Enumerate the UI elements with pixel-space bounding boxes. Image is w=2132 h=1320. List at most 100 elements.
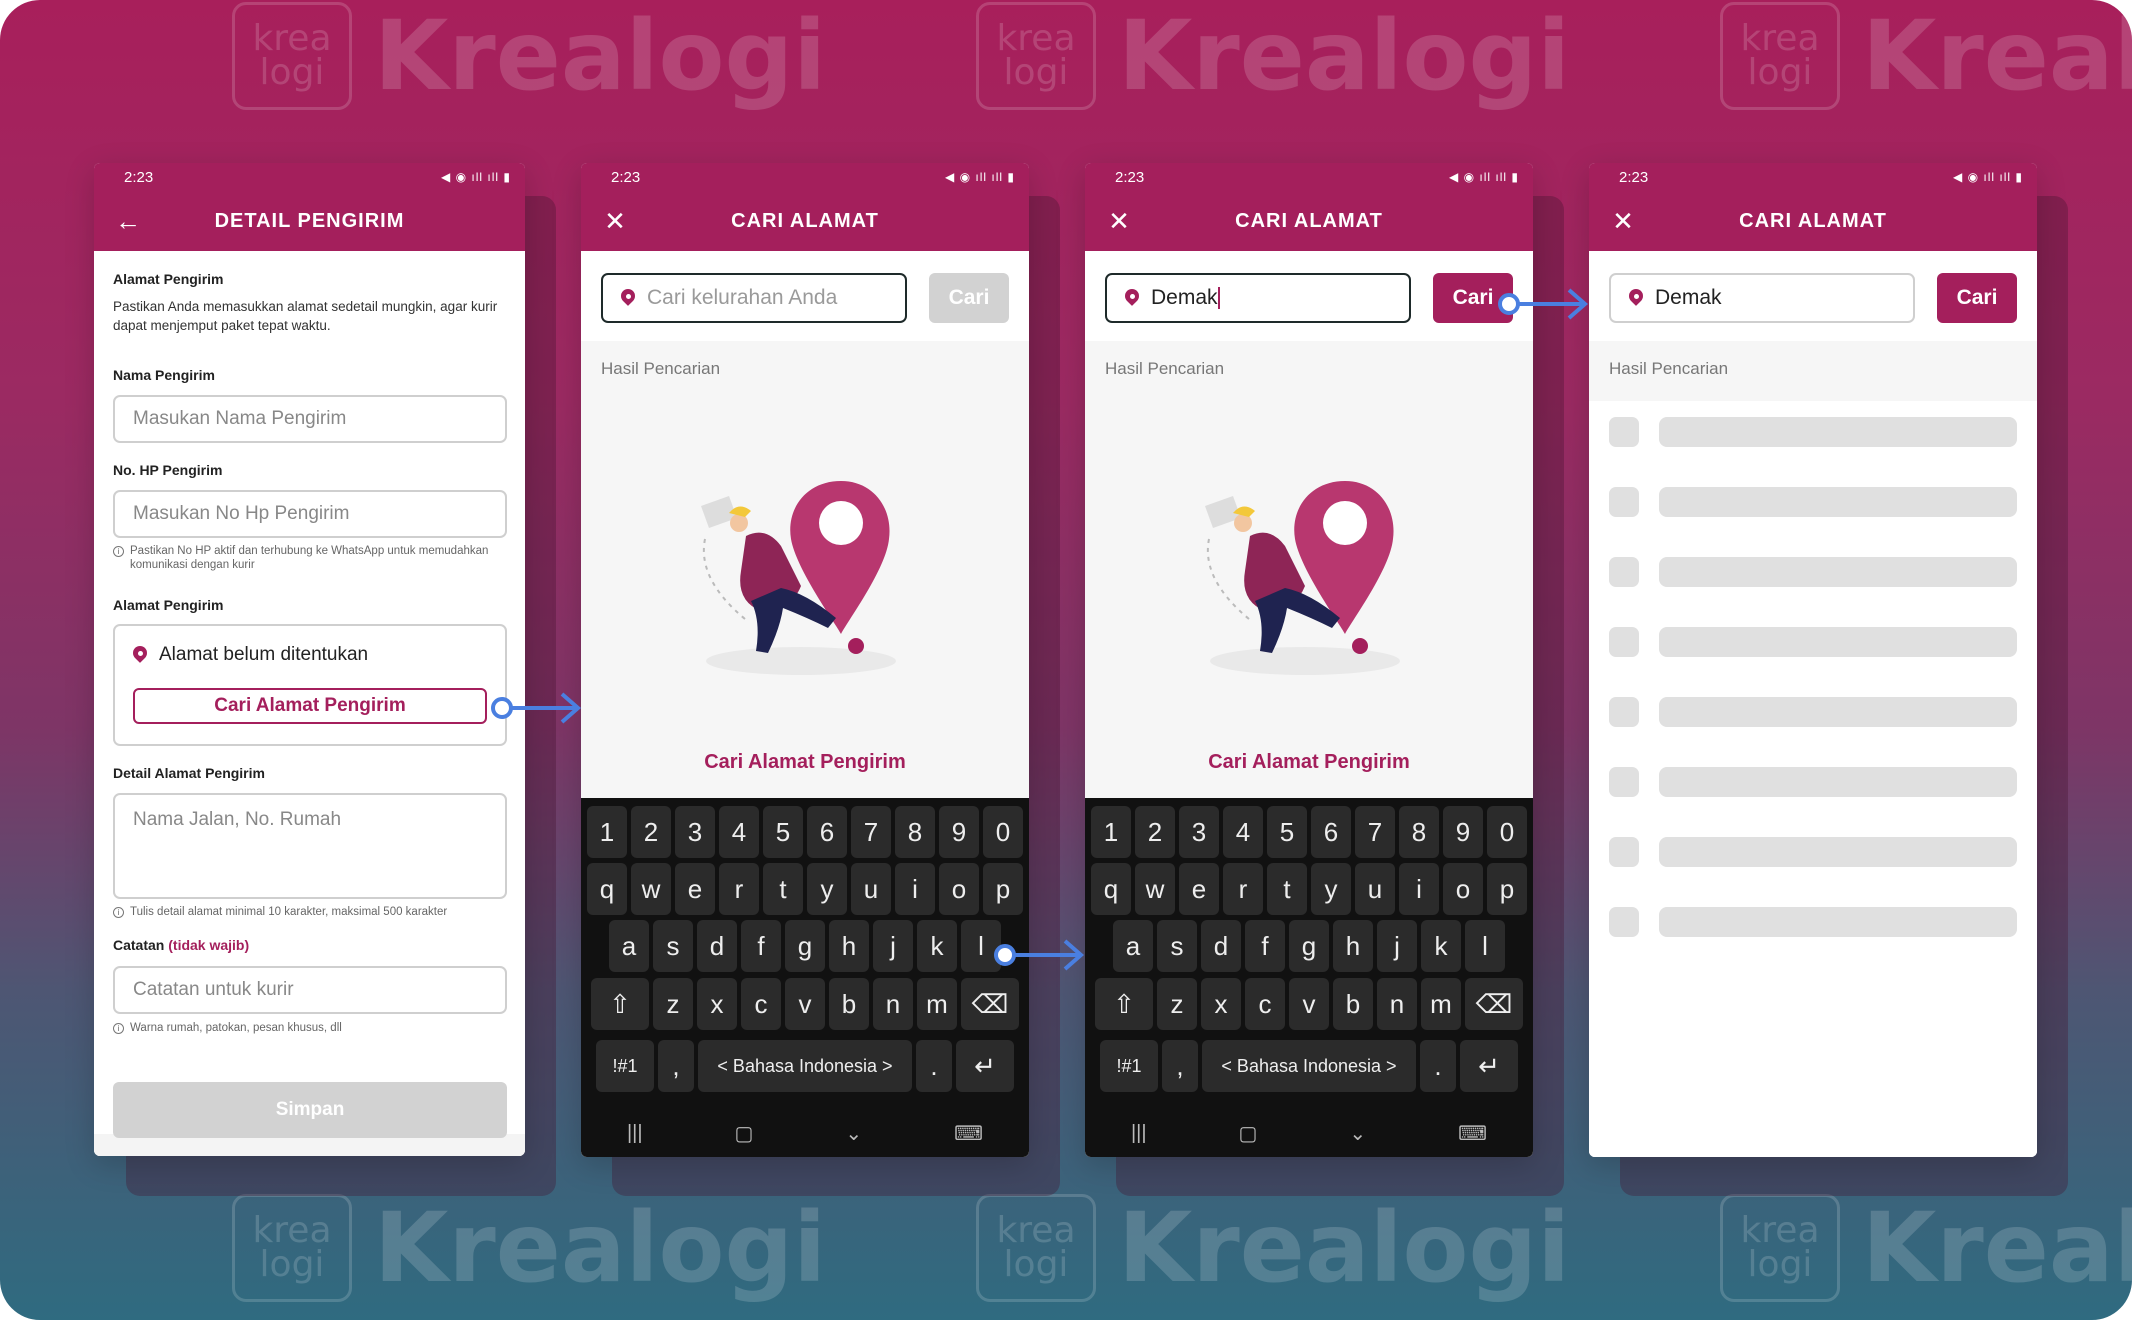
key-d[interactable]: d xyxy=(697,920,737,972)
shift-key[interactable]: ⇧ xyxy=(591,978,649,1030)
home-icon[interactable]: ▢ xyxy=(1239,1121,1258,1146)
key-0[interactable]: 0 xyxy=(983,806,1023,858)
key-p[interactable]: p xyxy=(983,863,1023,915)
key-i[interactable]: i xyxy=(895,863,935,915)
key-x[interactable]: x xyxy=(1201,978,1241,1030)
search-button[interactable]: Cari xyxy=(929,273,1009,323)
search-button[interactable]: Cari xyxy=(1937,273,2017,323)
period-key[interactable]: . xyxy=(916,1040,952,1092)
key-c[interactable]: c xyxy=(741,978,781,1030)
search-input[interactable]: Demak xyxy=(1105,273,1411,323)
key-u[interactable]: u xyxy=(851,863,891,915)
key-e[interactable]: e xyxy=(1179,863,1219,915)
notes-input[interactable]: Catatan untuk kurir xyxy=(113,966,507,1014)
key-m[interactable]: m xyxy=(917,978,957,1030)
backspace-key[interactable]: ⌫ xyxy=(961,978,1019,1030)
phone-input[interactable]: Masukan No Hp Pengirim xyxy=(113,490,507,538)
key-3[interactable]: 3 xyxy=(675,806,715,858)
symbols-key[interactable]: !#1 xyxy=(596,1040,654,1092)
hide-keyboard-icon[interactable]: ⌄ xyxy=(845,1121,862,1146)
key-i[interactable]: i xyxy=(1399,863,1439,915)
key-0[interactable]: 0 xyxy=(1487,806,1527,858)
key-o[interactable]: o xyxy=(939,863,979,915)
key-w[interactable]: w xyxy=(1135,863,1175,915)
key-n[interactable]: n xyxy=(1377,978,1417,1030)
key-s[interactable]: s xyxy=(1157,920,1197,972)
key-j[interactable]: j xyxy=(873,920,913,972)
comma-key[interactable]: , xyxy=(658,1040,694,1092)
key-y[interactable]: y xyxy=(807,863,847,915)
key-8[interactable]: 8 xyxy=(895,806,935,858)
key-v[interactable]: v xyxy=(1289,978,1329,1030)
key-5[interactable]: 5 xyxy=(763,806,803,858)
key-g[interactable]: g xyxy=(785,920,825,972)
space-key[interactable]: < Bahasa Indonesia > xyxy=(1202,1040,1416,1092)
recents-icon[interactable]: ||| xyxy=(627,1122,643,1145)
key-1[interactable]: 1 xyxy=(1091,806,1131,858)
key-3[interactable]: 3 xyxy=(1179,806,1219,858)
key-j[interactable]: j xyxy=(1377,920,1417,972)
key-a[interactable]: a xyxy=(1113,920,1153,972)
recents-icon[interactable]: ||| xyxy=(1131,1122,1147,1145)
home-icon[interactable]: ▢ xyxy=(735,1121,754,1146)
key-e[interactable]: e xyxy=(675,863,715,915)
symbols-key[interactable]: !#1 xyxy=(1100,1040,1158,1092)
key-n[interactable]: n xyxy=(873,978,913,1030)
key-y[interactable]: y xyxy=(1311,863,1351,915)
key-5[interactable]: 5 xyxy=(1267,806,1307,858)
key-6[interactable]: 6 xyxy=(1311,806,1351,858)
key-1[interactable]: 1 xyxy=(587,806,627,858)
key-7[interactable]: 7 xyxy=(851,806,891,858)
key-x[interactable]: x xyxy=(697,978,737,1030)
key-a[interactable]: a xyxy=(609,920,649,972)
key-d[interactable]: d xyxy=(1201,920,1241,972)
shift-key[interactable]: ⇧ xyxy=(1095,978,1153,1030)
key-b[interactable]: b xyxy=(1333,978,1373,1030)
key-r[interactable]: r xyxy=(1223,863,1263,915)
search-input[interactable]: Cari kelurahan Anda xyxy=(601,273,907,323)
key-v[interactable]: v xyxy=(785,978,825,1030)
keyboard-icon[interactable]: ⌨ xyxy=(1458,1121,1487,1146)
key-8[interactable]: 8 xyxy=(1399,806,1439,858)
key-p[interactable]: p xyxy=(1487,863,1527,915)
key-w[interactable]: w xyxy=(631,863,671,915)
key-7[interactable]: 7 xyxy=(1355,806,1395,858)
comma-key[interactable]: , xyxy=(1162,1040,1198,1092)
key-z[interactable]: z xyxy=(653,978,693,1030)
key-o[interactable]: o xyxy=(1443,863,1483,915)
key-r[interactable]: r xyxy=(719,863,759,915)
key-9[interactable]: 9 xyxy=(1443,806,1483,858)
key-4[interactable]: 4 xyxy=(1223,806,1263,858)
key-k[interactable]: k xyxy=(1421,920,1461,972)
key-9[interactable]: 9 xyxy=(939,806,979,858)
key-q[interactable]: q xyxy=(587,863,627,915)
enter-key[interactable]: ↵ xyxy=(956,1040,1014,1092)
key-b[interactable]: b xyxy=(829,978,869,1030)
key-s[interactable]: s xyxy=(653,920,693,972)
save-button[interactable]: Simpan xyxy=(113,1082,507,1138)
key-t[interactable]: t xyxy=(763,863,803,915)
key-l[interactable]: l xyxy=(1465,920,1505,972)
key-m[interactable]: m xyxy=(1421,978,1461,1030)
key-h[interactable]: h xyxy=(1333,920,1373,972)
key-c[interactable]: c xyxy=(1245,978,1285,1030)
search-input[interactable]: Demak xyxy=(1609,273,1915,323)
space-key[interactable]: < Bahasa Indonesia > xyxy=(698,1040,912,1092)
key-2[interactable]: 2 xyxy=(1135,806,1175,858)
period-key[interactable]: . xyxy=(1420,1040,1456,1092)
key-f[interactable]: f xyxy=(1245,920,1285,972)
key-q[interactable]: q xyxy=(1091,863,1131,915)
hide-keyboard-icon[interactable]: ⌄ xyxy=(1349,1121,1366,1146)
key-2[interactable]: 2 xyxy=(631,806,671,858)
key-f[interactable]: f xyxy=(741,920,781,972)
keyboard-icon[interactable]: ⌨ xyxy=(954,1121,983,1146)
key-t[interactable]: t xyxy=(1267,863,1307,915)
key-h[interactable]: h xyxy=(829,920,869,972)
key-k[interactable]: k xyxy=(917,920,957,972)
address-detail-textarea[interactable]: Nama Jalan, No. Rumah xyxy=(113,793,507,899)
enter-key[interactable]: ↵ xyxy=(1460,1040,1518,1092)
key-z[interactable]: z xyxy=(1157,978,1197,1030)
name-input[interactable]: Masukan Nama Pengirim xyxy=(113,395,507,443)
key-4[interactable]: 4 xyxy=(719,806,759,858)
key-6[interactable]: 6 xyxy=(807,806,847,858)
